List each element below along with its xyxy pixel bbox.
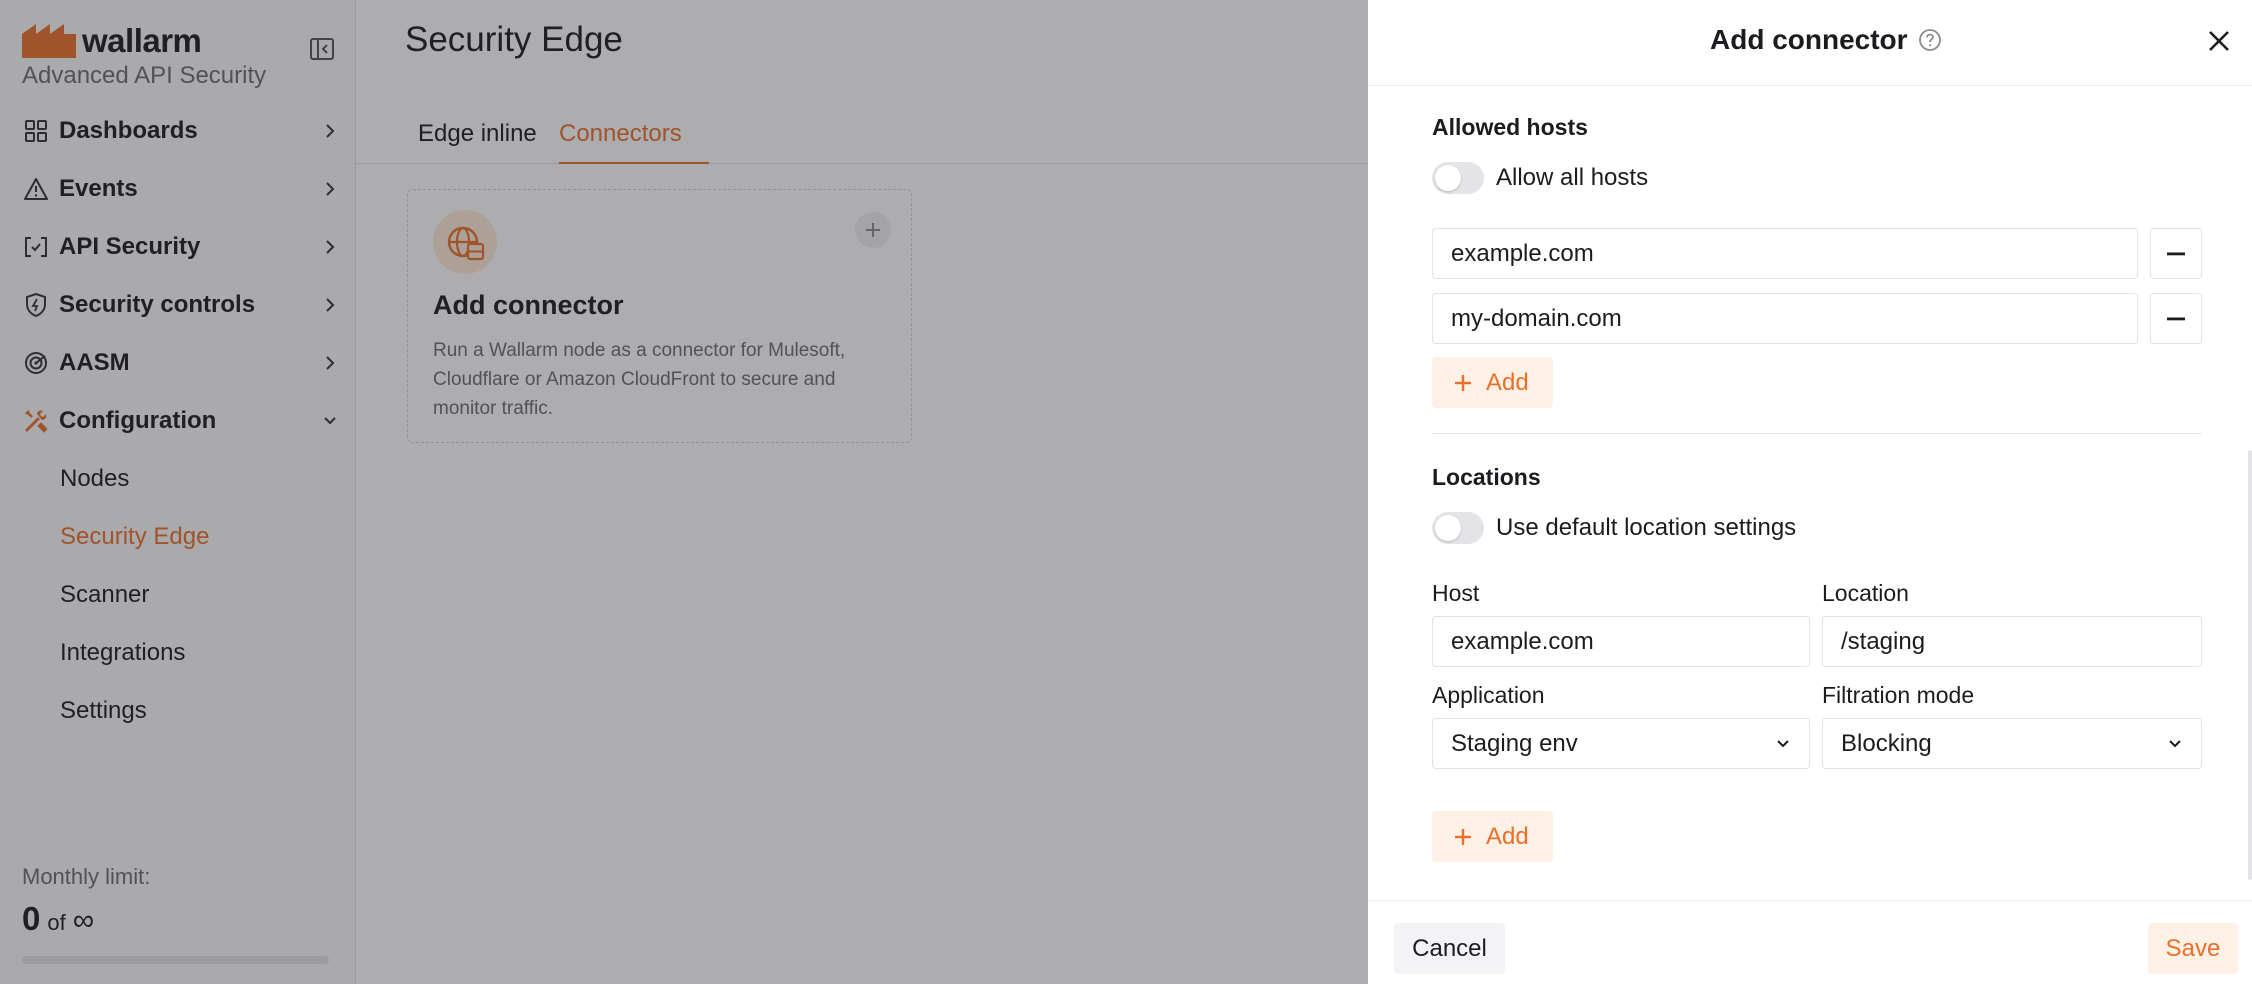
plus-icon bbox=[1455, 828, 1471, 845]
help-circle-icon[interactable] bbox=[1918, 28, 1942, 52]
application-select[interactable]: Staging env bbox=[1432, 718, 1810, 769]
host-input[interactable]: example.com bbox=[1432, 616, 1810, 667]
add-connector-drawer: Add connector Allowed hosts Allow all ho… bbox=[1368, 0, 2252, 984]
allow-all-hosts-label: Allow all hosts bbox=[1496, 164, 1649, 191]
drawer-header: Add connector bbox=[1368, 0, 2252, 86]
toggle-knob bbox=[1435, 515, 1461, 541]
add-host-label: Add bbox=[1486, 368, 1529, 396]
allow-all-hosts-toggle-row[interactable]: Allow all hosts bbox=[1432, 162, 1648, 194]
allowed-host-input[interactable]: example.com bbox=[1432, 228, 2138, 279]
allowed-host-input[interactable]: my-domain.com bbox=[1432, 293, 2138, 344]
filtration-mode-select-value: Blocking bbox=[1841, 729, 1932, 757]
application-label: Application bbox=[1432, 682, 1545, 708]
plus-icon bbox=[1455, 374, 1471, 391]
allowed-hosts-title: Allowed hosts bbox=[1432, 114, 1588, 140]
location-label: Location bbox=[1822, 580, 1909, 606]
drawer-title: Add connector bbox=[1710, 24, 1942, 56]
default-location-toggle-row[interactable]: Use default location settings bbox=[1432, 512, 1796, 544]
drawer-scrollbar[interactable] bbox=[2248, 450, 2252, 880]
remove-host-button[interactable] bbox=[2150, 293, 2202, 344]
minus-icon bbox=[2167, 317, 2185, 320]
allow-all-hosts-toggle[interactable] bbox=[1432, 162, 1484, 194]
chevron-down-icon bbox=[2169, 740, 2181, 748]
drawer-footer: Cancel Save bbox=[1368, 900, 2252, 984]
remove-host-button[interactable] bbox=[2150, 228, 2202, 279]
drawer-title-text: Add connector bbox=[1710, 24, 1908, 55]
location-input[interactable]: /staging bbox=[1822, 616, 2202, 667]
close-icon[interactable] bbox=[2204, 26, 2234, 56]
add-location-label: Add bbox=[1486, 822, 1529, 850]
minus-icon bbox=[2167, 252, 2185, 255]
default-location-label: Use default location settings bbox=[1496, 514, 1797, 541]
add-host-button[interactable]: Add bbox=[1432, 357, 1553, 408]
toggle-knob bbox=[1435, 165, 1461, 191]
default-location-toggle[interactable] bbox=[1432, 512, 1484, 544]
cancel-button[interactable]: Cancel bbox=[1394, 923, 1505, 974]
locations-title: Locations bbox=[1432, 464, 1541, 490]
modal-backdrop[interactable] bbox=[0, 0, 1368, 984]
section-divider bbox=[1432, 433, 2202, 434]
host-label: Host bbox=[1432, 580, 1480, 606]
filtration-mode-label: Filtration mode bbox=[1822, 682, 1975, 708]
chevron-down-icon bbox=[1777, 740, 1789, 748]
application-select-value: Staging env bbox=[1451, 729, 1578, 757]
add-location-button[interactable]: Add bbox=[1432, 811, 1553, 862]
filtration-mode-select[interactable]: Blocking bbox=[1822, 718, 2202, 769]
save-button[interactable]: Save bbox=[2148, 923, 2238, 974]
